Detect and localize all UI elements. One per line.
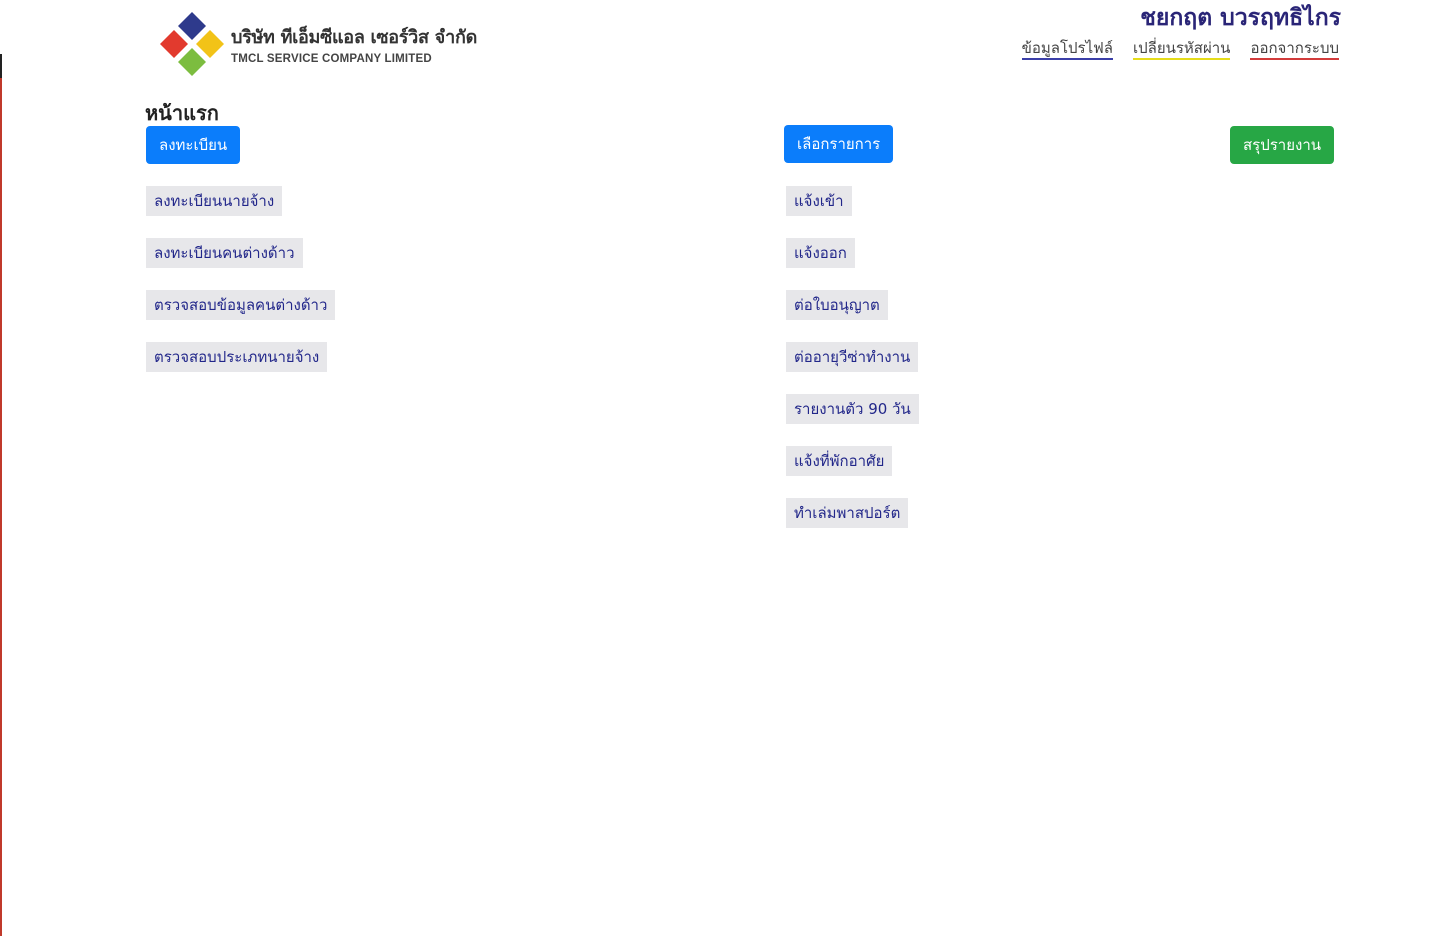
menu-check-employer-type[interactable]: ตรวจสอบประเภทนายจ้าง <box>146 342 328 372</box>
company-name-th: บริษัท ทีเอ็มซีแอล เซอร์วิส จำกัด <box>231 27 477 48</box>
menu-make-passport[interactable]: ทำเล่มพาสปอร์ต <box>786 498 909 528</box>
company-logo[interactable]: บริษัท ทีเอ็มซีแอล เซอร์วิส จำกัด TMCL S… <box>158 10 477 78</box>
left-edge-border <box>0 78 2 936</box>
menu-register-foreign-worker[interactable]: ลงทะเบียนคนต่างด้าว <box>146 238 303 268</box>
company-name-en: TMCL SERVICE COMPANY LIMITED <box>231 53 432 65</box>
menu-90-day-report[interactable]: รายงานตัว 90 วัน <box>786 394 919 424</box>
summary-report-button[interactable]: สรุปรายงาน <box>1230 126 1335 164</box>
top-nav-links: ข้อมูลโปรไฟล์ เปลี่ยนรหัสผ่าน ออกจากระบบ <box>1021 38 1339 60</box>
menu-notify-exit[interactable]: แจ้งออก <box>786 238 855 268</box>
menu-notify-residence[interactable]: แจ้งที่พักอาศัย <box>786 446 893 476</box>
user-name: ชยกฤต บวรฤทธิไกร <box>1140 5 1341 31</box>
page-title: หน้าแรก <box>145 101 219 125</box>
register-button[interactable]: ลงทะเบียน <box>146 126 241 164</box>
menu-renew-work-visa[interactable]: ต่ออายุวีซ่าทำงาน <box>786 342 919 372</box>
menu-register-employer[interactable]: ลงทะเบียนนายจ้าง <box>146 186 283 216</box>
menu-renew-permit[interactable]: ต่อใบอนุญาต <box>786 290 888 320</box>
select-item-button[interactable]: เลือกรายการ <box>784 125 894 163</box>
menu-check-foreign-worker[interactable]: ตรวจสอบข้อมูลคนต่างด้าว <box>146 290 336 320</box>
profile-link[interactable]: ข้อมูลโปรไฟล์ <box>1021 38 1113 60</box>
menu-notify-entry[interactable]: แจ้งเข้า <box>786 186 852 216</box>
logout-link[interactable]: ออกจากระบบ <box>1250 38 1339 60</box>
change-password-link[interactable]: เปลี่ยนรหัสผ่าน <box>1132 38 1231 60</box>
left-edge-accent <box>0 54 2 78</box>
company-logo-icon <box>160 12 224 76</box>
